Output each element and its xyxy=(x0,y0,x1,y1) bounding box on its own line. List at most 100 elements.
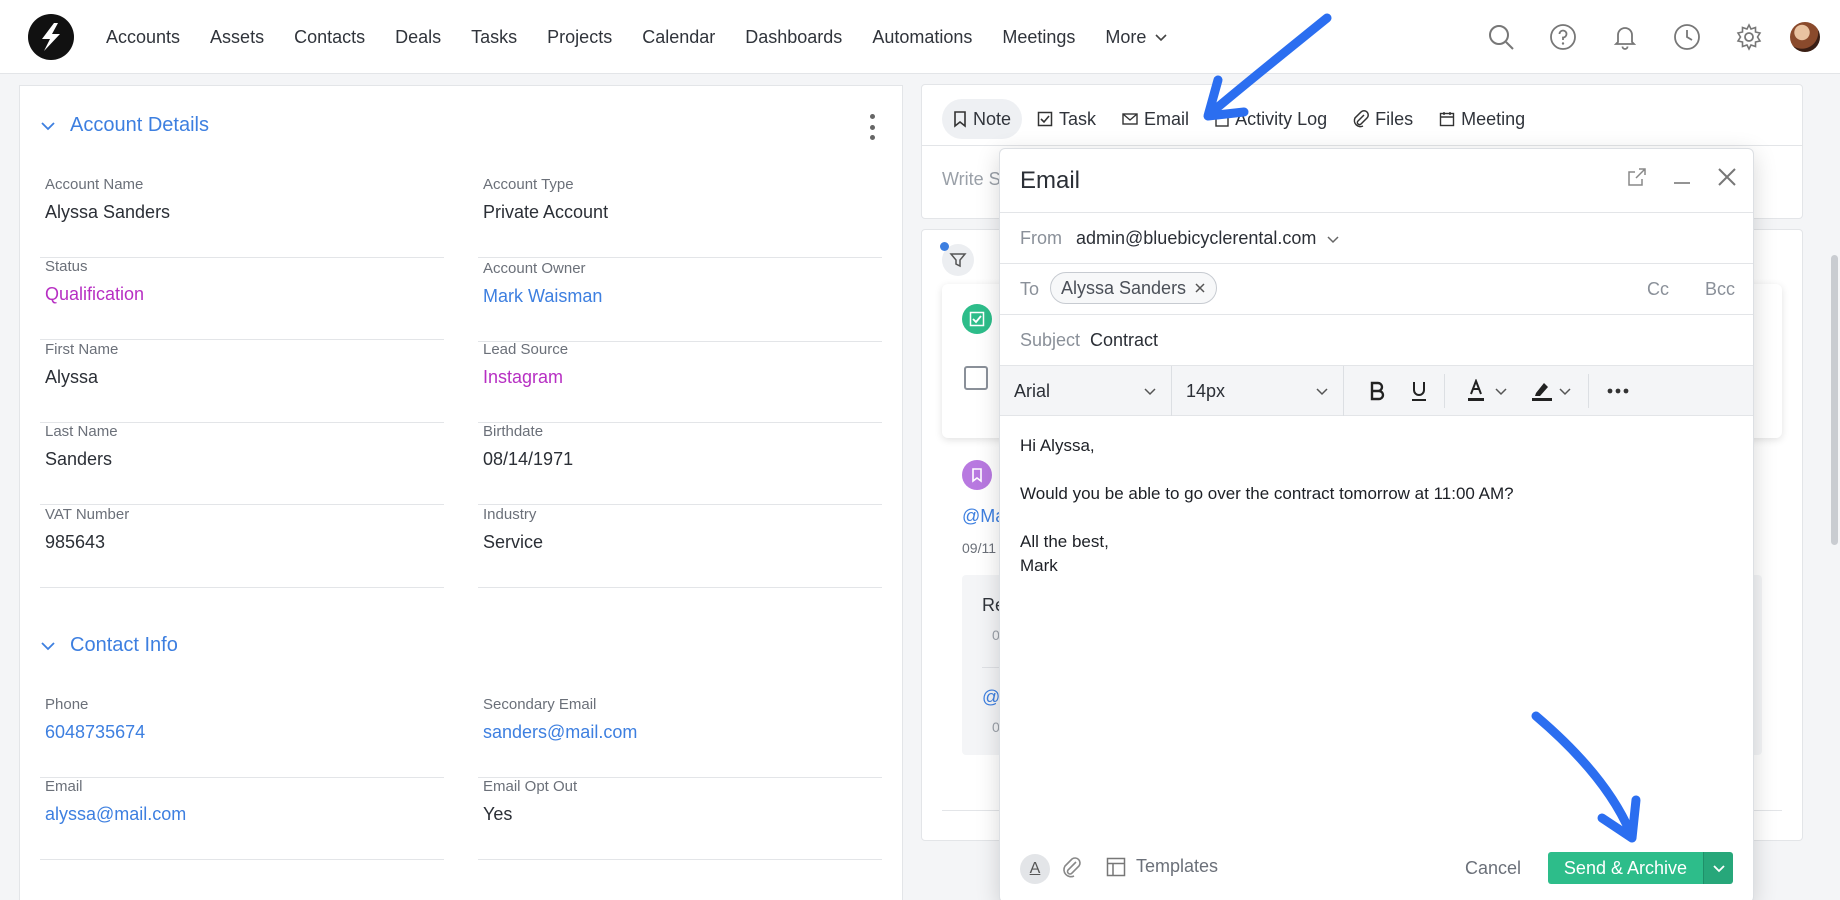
lead-source-value: Instagram xyxy=(483,367,564,387)
filter-button[interactable] xyxy=(940,242,974,276)
field-label: Account Type xyxy=(483,176,574,193)
bold-button[interactable] xyxy=(1356,366,1398,416)
tab-task[interactable]: Task xyxy=(1026,99,1107,139)
nav-item-dashboards[interactable]: Dashboards xyxy=(745,27,842,48)
field-status[interactable]: Status Qualification xyxy=(40,258,444,340)
minimize-icon[interactable] xyxy=(1673,167,1691,187)
send-archive-split-button: Send & Archive xyxy=(1547,852,1733,884)
note-type-badge xyxy=(962,460,992,490)
help-button[interactable] xyxy=(1532,17,1594,57)
nav-items: Accounts Assets Contacts Deals Tasks Pro… xyxy=(106,0,1198,74)
nav-item-contacts[interactable]: Contacts xyxy=(294,27,365,48)
tab-files[interactable]: Files xyxy=(1342,99,1424,139)
field-vat-number[interactable]: VAT Number 985643 xyxy=(40,506,444,588)
close-icon[interactable] xyxy=(1717,167,1737,187)
popout-icon[interactable] xyxy=(1627,167,1647,187)
log-icon xyxy=(1215,111,1229,127)
tab-files-label: Files xyxy=(1375,108,1414,129)
reply-mention-link[interactable]: @ xyxy=(982,687,1000,708)
more-options-button[interactable] xyxy=(868,114,876,140)
field-lead-source[interactable]: Lead Source Instagram xyxy=(478,341,882,423)
highlight-color-button[interactable] xyxy=(1520,366,1584,416)
field-first-name[interactable]: First Name Alyssa xyxy=(40,341,444,423)
field-value: Private Account xyxy=(483,202,609,222)
account-details-title: Account Details xyxy=(70,114,209,136)
nav-item-deals[interactable]: Deals xyxy=(395,27,441,48)
to-label: To xyxy=(1020,279,1040,299)
kebab-dot xyxy=(869,114,875,119)
nav-item-accounts[interactable]: Accounts xyxy=(106,27,180,48)
top-navigation: Accounts Assets Contacts Deals Tasks Pro… xyxy=(0,0,1840,74)
templates-button[interactable]: Templates xyxy=(1106,856,1218,877)
body-line: Mark xyxy=(1020,556,1058,575)
divider xyxy=(922,145,1802,146)
recent-button[interactable] xyxy=(1656,17,1718,57)
to-row: To Alyssa Sanders Cc Bcc xyxy=(1000,264,1753,315)
nav-item-tasks[interactable]: Tasks xyxy=(471,27,517,48)
ellipsis-icon xyxy=(1607,388,1629,394)
field-email[interactable]: Email alyssa@mail.com xyxy=(40,778,444,860)
send-options-dropdown[interactable] xyxy=(1703,852,1733,884)
text-format-toggle[interactable]: A xyxy=(1020,854,1050,884)
recipient-chip[interactable]: Alyssa Sanders xyxy=(1050,272,1218,304)
field-industry[interactable]: Industry Service xyxy=(478,506,882,588)
field-email-opt-out[interactable]: Email Opt Out Yes xyxy=(478,778,882,860)
nav-item-calendar[interactable]: Calendar xyxy=(642,27,715,48)
nav-item-projects[interactable]: Projects xyxy=(547,27,612,48)
page-scrollbar[interactable] xyxy=(1831,255,1838,545)
account-details-header[interactable]: Account Details xyxy=(40,114,209,137)
field-label: Lead Source xyxy=(483,341,569,358)
font-size-select[interactable]: 14px xyxy=(1172,366,1344,416)
cc-button[interactable]: Cc xyxy=(1647,279,1669,300)
bcc-button[interactable]: Bcc xyxy=(1705,279,1735,300)
settings-button[interactable] xyxy=(1718,17,1780,57)
from-label: From xyxy=(1020,228,1062,248)
field-phone[interactable]: Phone 6048735674 xyxy=(40,696,444,778)
tab-email[interactable]: Email xyxy=(1111,99,1200,139)
from-selector[interactable]: admin@bluebicyclerental.com xyxy=(1076,228,1340,249)
tab-activity-log[interactable]: Activity Log xyxy=(1204,99,1338,139)
tab-note[interactable]: Note xyxy=(942,99,1023,139)
remove-icon[interactable] xyxy=(1194,282,1206,294)
phone-link[interactable]: 6048735674 xyxy=(45,722,145,743)
task-complete-checkbox[interactable] xyxy=(964,366,988,390)
field-value: Sanders xyxy=(45,449,113,469)
nav-item-assets[interactable]: Assets xyxy=(210,27,264,48)
field-birthdate[interactable]: Birthdate 08/14/1971 xyxy=(478,423,882,505)
field-secondary-email[interactable]: Secondary Email sanders@mail.com xyxy=(478,696,882,778)
send-archive-button[interactable]: Send & Archive xyxy=(1547,852,1703,884)
email-composer-header: Email xyxy=(1000,149,1753,213)
tab-meeting[interactable]: Meeting xyxy=(1428,99,1536,139)
activity-tabs: Note Task Email Activity Log Files Meeti… xyxy=(942,97,1540,141)
notifications-button[interactable] xyxy=(1594,17,1656,57)
more-formatting-button[interactable] xyxy=(1596,366,1640,416)
secondary-email-link[interactable]: sanders@mail.com xyxy=(483,722,637,743)
toolbar-separator xyxy=(1444,374,1445,408)
cancel-button[interactable]: Cancel xyxy=(1465,858,1521,879)
email-body-editor[interactable]: Hi Alyssa, Would you be able to go over … xyxy=(1020,434,1720,578)
account-owner-link[interactable]: Mark Waisman xyxy=(483,286,602,307)
search-button[interactable] xyxy=(1470,17,1532,57)
user-avatar[interactable] xyxy=(1790,22,1820,52)
attach-button[interactable] xyxy=(1062,856,1082,883)
nav-item-automations[interactable]: Automations xyxy=(872,27,972,48)
contact-info-header[interactable]: Contact Info xyxy=(40,634,178,657)
field-account-owner[interactable]: Account Owner Mark Waisman xyxy=(478,260,882,342)
subject-row: Subject Contract xyxy=(1000,315,1753,366)
field-value: Alyssa Sanders xyxy=(45,202,171,222)
email-link[interactable]: alyssa@mail.com xyxy=(45,804,186,825)
field-account-name[interactable]: Account Name Alyssa Sanders xyxy=(40,176,444,258)
nav-item-meetings[interactable]: Meetings xyxy=(1002,27,1075,48)
tab-email-label: Email xyxy=(1144,108,1190,129)
chevron-down-icon xyxy=(41,641,55,650)
note-input-placeholder[interactable]: Write S xyxy=(942,169,1001,190)
nav-icon-group xyxy=(1470,0,1820,74)
text-color-button[interactable] xyxy=(1456,366,1520,416)
subject-input[interactable]: Contract xyxy=(1090,330,1158,351)
app-logo[interactable] xyxy=(28,14,74,60)
underline-button[interactable] xyxy=(1398,366,1440,416)
field-last-name[interactable]: Last Name Sanders xyxy=(40,423,444,505)
font-family-select[interactable]: Arial xyxy=(1000,366,1172,416)
nav-more-menu[interactable]: More xyxy=(1105,27,1168,48)
field-account-type[interactable]: Account Type Private Account xyxy=(478,176,882,258)
